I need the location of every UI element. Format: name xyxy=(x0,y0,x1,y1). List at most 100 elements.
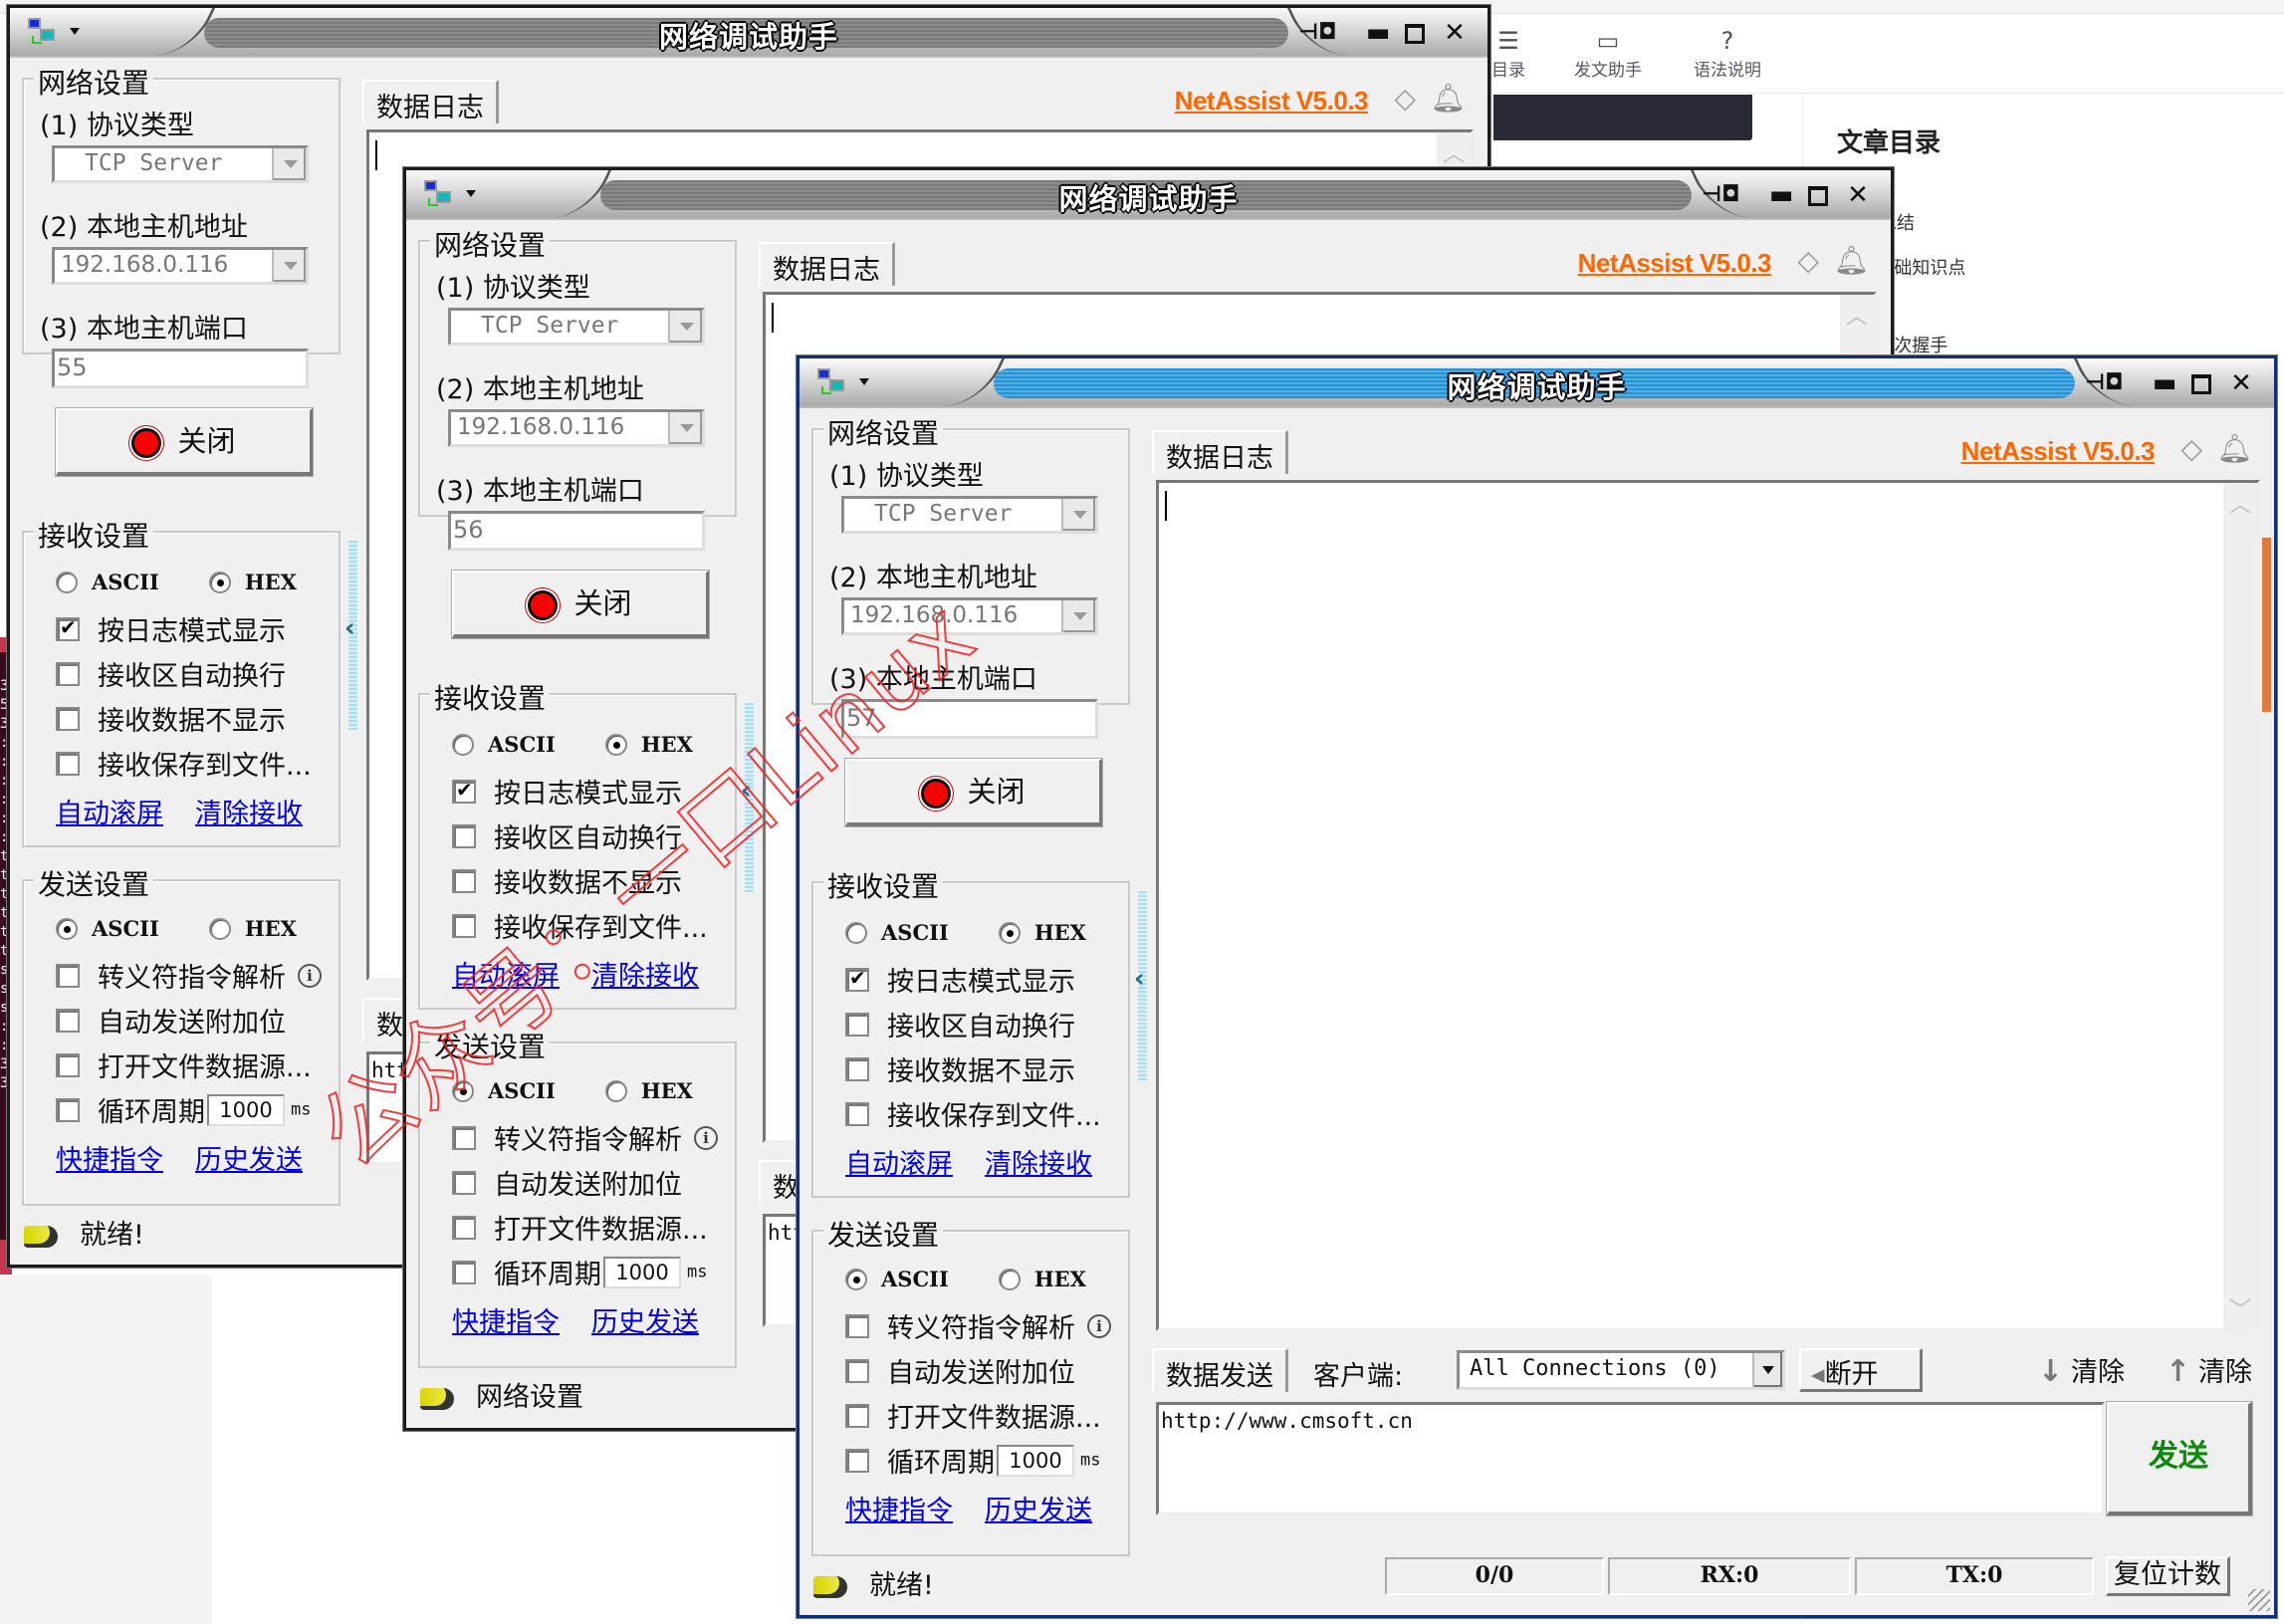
checkbox[interactable] xyxy=(56,963,80,988)
pin-icon[interactable]: ⊣◘ xyxy=(2085,368,2124,398)
recv-hex-radio[interactable] xyxy=(604,733,627,756)
diamond-icon[interactable]: ◇ xyxy=(1394,82,1416,115)
host-select[interactable]: 192.168.0.116 xyxy=(448,409,705,447)
chevron-down-icon[interactable] xyxy=(1061,600,1095,632)
send-hex-radio[interactable] xyxy=(604,1079,627,1102)
checkbox[interactable] xyxy=(56,706,80,731)
autoscroll-link[interactable]: 自动滚屏 xyxy=(845,1142,953,1181)
protocol-select[interactable]: TCP Server xyxy=(52,145,309,183)
chevron-down-icon[interactable] xyxy=(1061,499,1095,531)
send-button[interactable]: 发送 xyxy=(2107,1402,2252,1515)
close-connection-button[interactable]: 关闭 xyxy=(452,571,709,638)
port-input[interactable]: 55 xyxy=(52,348,309,388)
checkbox[interactable] xyxy=(452,823,476,848)
clear-send-button[interactable]: ↑ 清除 xyxy=(2166,1350,2252,1389)
chevron-down-icon[interactable] xyxy=(1752,1353,1782,1387)
minimize-button[interactable]: ▬ xyxy=(1766,180,1796,210)
chevron-left-icon[interactable]: ‹ xyxy=(1134,964,1145,994)
scroll-down-icon[interactable]: ﹀ xyxy=(2223,1292,2257,1324)
file-source-checkbox[interactable]: 打开文件数据源... xyxy=(845,1396,1101,1435)
recv-hex-radio[interactable] xyxy=(208,571,231,593)
checkbox[interactable] xyxy=(452,1260,476,1284)
title-bar[interactable]: 网络调试助手 ⊣◘ ▬ ✕ xyxy=(406,170,1891,220)
recv-ascii-radio[interactable] xyxy=(56,571,78,593)
send-ascii-radio[interactable] xyxy=(845,1268,867,1290)
recv-hide-checkbox[interactable]: 接收数据不显示 xyxy=(845,1049,1075,1088)
checkbox[interactable] xyxy=(845,966,869,992)
client-select[interactable]: All Connections (0) xyxy=(1457,1350,1785,1390)
auto-append-checkbox[interactable]: 自动发送附加位 xyxy=(452,1163,682,1202)
shortcut-commands-link[interactable]: 快捷指令 xyxy=(452,1300,560,1339)
tab-data-log[interactable]: 数据日志 xyxy=(1152,430,1288,474)
version-link[interactable]: NetAssist V5.0.3 xyxy=(1175,86,1369,116)
scroll-up-icon[interactable]: ︿ xyxy=(1437,136,1471,168)
pin-icon[interactable]: ⊣◘ xyxy=(1298,18,1337,48)
recv-autowrap-checkbox[interactable]: 接收区自动换行 xyxy=(56,654,286,693)
pin-icon[interactable]: ⊣◘ xyxy=(1702,180,1740,210)
receive-area[interactable]: ︿ ﹀ xyxy=(1156,480,2271,1331)
escape-parse-checkbox[interactable]: 转义符指令解析 i xyxy=(56,956,322,995)
checkbox[interactable] xyxy=(845,1101,869,1126)
chevron-left-icon[interactable]: ‹ xyxy=(344,613,355,643)
disconnect-button[interactable]: ◂断开 xyxy=(1799,1348,1923,1392)
info-icon[interactable]: i xyxy=(298,963,322,988)
checkbox[interactable] xyxy=(452,1125,476,1150)
clear-receive-link[interactable]: 清除接收 xyxy=(985,1142,1092,1181)
tab-data-send[interactable]: 数据发送 xyxy=(1152,1348,1288,1392)
bell-icon[interactable]: 🔔︎ xyxy=(2216,432,2252,465)
checkbox[interactable] xyxy=(845,1056,869,1081)
escape-parse-checkbox[interactable]: 转义符指令解析 i xyxy=(845,1306,1111,1345)
diamond-icon[interactable]: ◇ xyxy=(2180,432,2202,465)
auto-append-checkbox[interactable]: 自动发送附加位 xyxy=(56,1001,286,1040)
version-link[interactable]: NetAssist V5.0.3 xyxy=(1961,436,2156,467)
recv-hex-radio[interactable] xyxy=(998,921,1021,944)
bell-icon[interactable]: 🔔︎ xyxy=(1833,244,1869,277)
bell-icon[interactable]: 🔔︎ xyxy=(1430,82,1466,115)
minimize-button[interactable]: ▬ xyxy=(1363,18,1393,48)
checkbox[interactable] xyxy=(845,1358,869,1383)
loop-period-checkbox[interactable]: 循环周期 1000 ms xyxy=(56,1090,311,1129)
period-input[interactable]: 1000 xyxy=(603,1256,681,1288)
port-input[interactable]: 56 xyxy=(448,511,705,551)
recv-ascii-radio[interactable] xyxy=(845,921,867,944)
checkbox[interactable] xyxy=(56,751,80,776)
scroll-up-icon[interactable]: ︿ xyxy=(2223,487,2257,519)
close-button[interactable]: ✕ xyxy=(1440,18,1470,48)
close-button[interactable]: ✕ xyxy=(2226,368,2256,398)
toolbar-assistant-button[interactable]: ▭ 发文助手 xyxy=(1553,26,1663,81)
loop-period-checkbox[interactable]: 循环周期 1000 ms xyxy=(452,1253,707,1291)
period-input[interactable]: 1000 xyxy=(207,1093,285,1126)
recv-save-file-checkbox[interactable]: 接收保存到文件... xyxy=(845,1094,1101,1133)
chevron-down-icon[interactable] xyxy=(668,412,702,444)
maximize-button[interactable] xyxy=(2186,368,2216,398)
file-source-checkbox[interactable]: 打开文件数据源... xyxy=(452,1208,708,1247)
checkbox[interactable] xyxy=(845,1012,869,1037)
checkbox[interactable] xyxy=(452,1170,476,1195)
send-hex-radio[interactable] xyxy=(208,917,231,940)
host-select[interactable]: 192.168.0.116 xyxy=(52,247,309,285)
chevron-down-icon[interactable] xyxy=(272,148,306,180)
title-bar[interactable]: 网络调试助手 ⊣◘ ▬ ✕ xyxy=(10,8,1487,58)
checkbox[interactable] xyxy=(56,1008,80,1033)
scroll-up-icon[interactable]: ︿ xyxy=(1840,299,1874,331)
recv-hide-checkbox[interactable]: 接收数据不显示 xyxy=(56,699,286,738)
close-button[interactable]: ✕ xyxy=(1843,180,1873,210)
checkbox[interactable] xyxy=(452,1215,476,1240)
send-ascii-radio[interactable] xyxy=(56,917,78,940)
shortcut-commands-link[interactable]: 快捷指令 xyxy=(845,1489,953,1527)
tab-data-log[interactable]: 数据日志 xyxy=(362,80,499,123)
info-icon[interactable]: i xyxy=(694,1125,718,1150)
diamond-icon[interactable]: ◇ xyxy=(1797,244,1819,277)
file-source-checkbox[interactable]: 打开文件数据源... xyxy=(56,1045,312,1084)
protocol-select[interactable]: TCP Server xyxy=(448,308,705,346)
send-textarea[interactable]: http://www.cmsoft.cn xyxy=(1156,1402,2105,1515)
minimize-button[interactable]: ▬ xyxy=(2150,368,2179,398)
protocol-select[interactable]: TCP Server xyxy=(841,496,1098,534)
history-send-link[interactable]: 历史发送 xyxy=(985,1489,1092,1527)
checkbox[interactable] xyxy=(56,661,80,686)
maximize-button[interactable] xyxy=(1400,18,1430,48)
recv-autowrap-checkbox[interactable]: 接收区自动换行 xyxy=(845,1005,1075,1044)
escape-parse-checkbox[interactable]: 转义符指令解析 i xyxy=(452,1118,718,1157)
close-connection-button[interactable]: 关闭 xyxy=(845,759,1102,826)
send-hex-radio[interactable] xyxy=(998,1268,1021,1290)
